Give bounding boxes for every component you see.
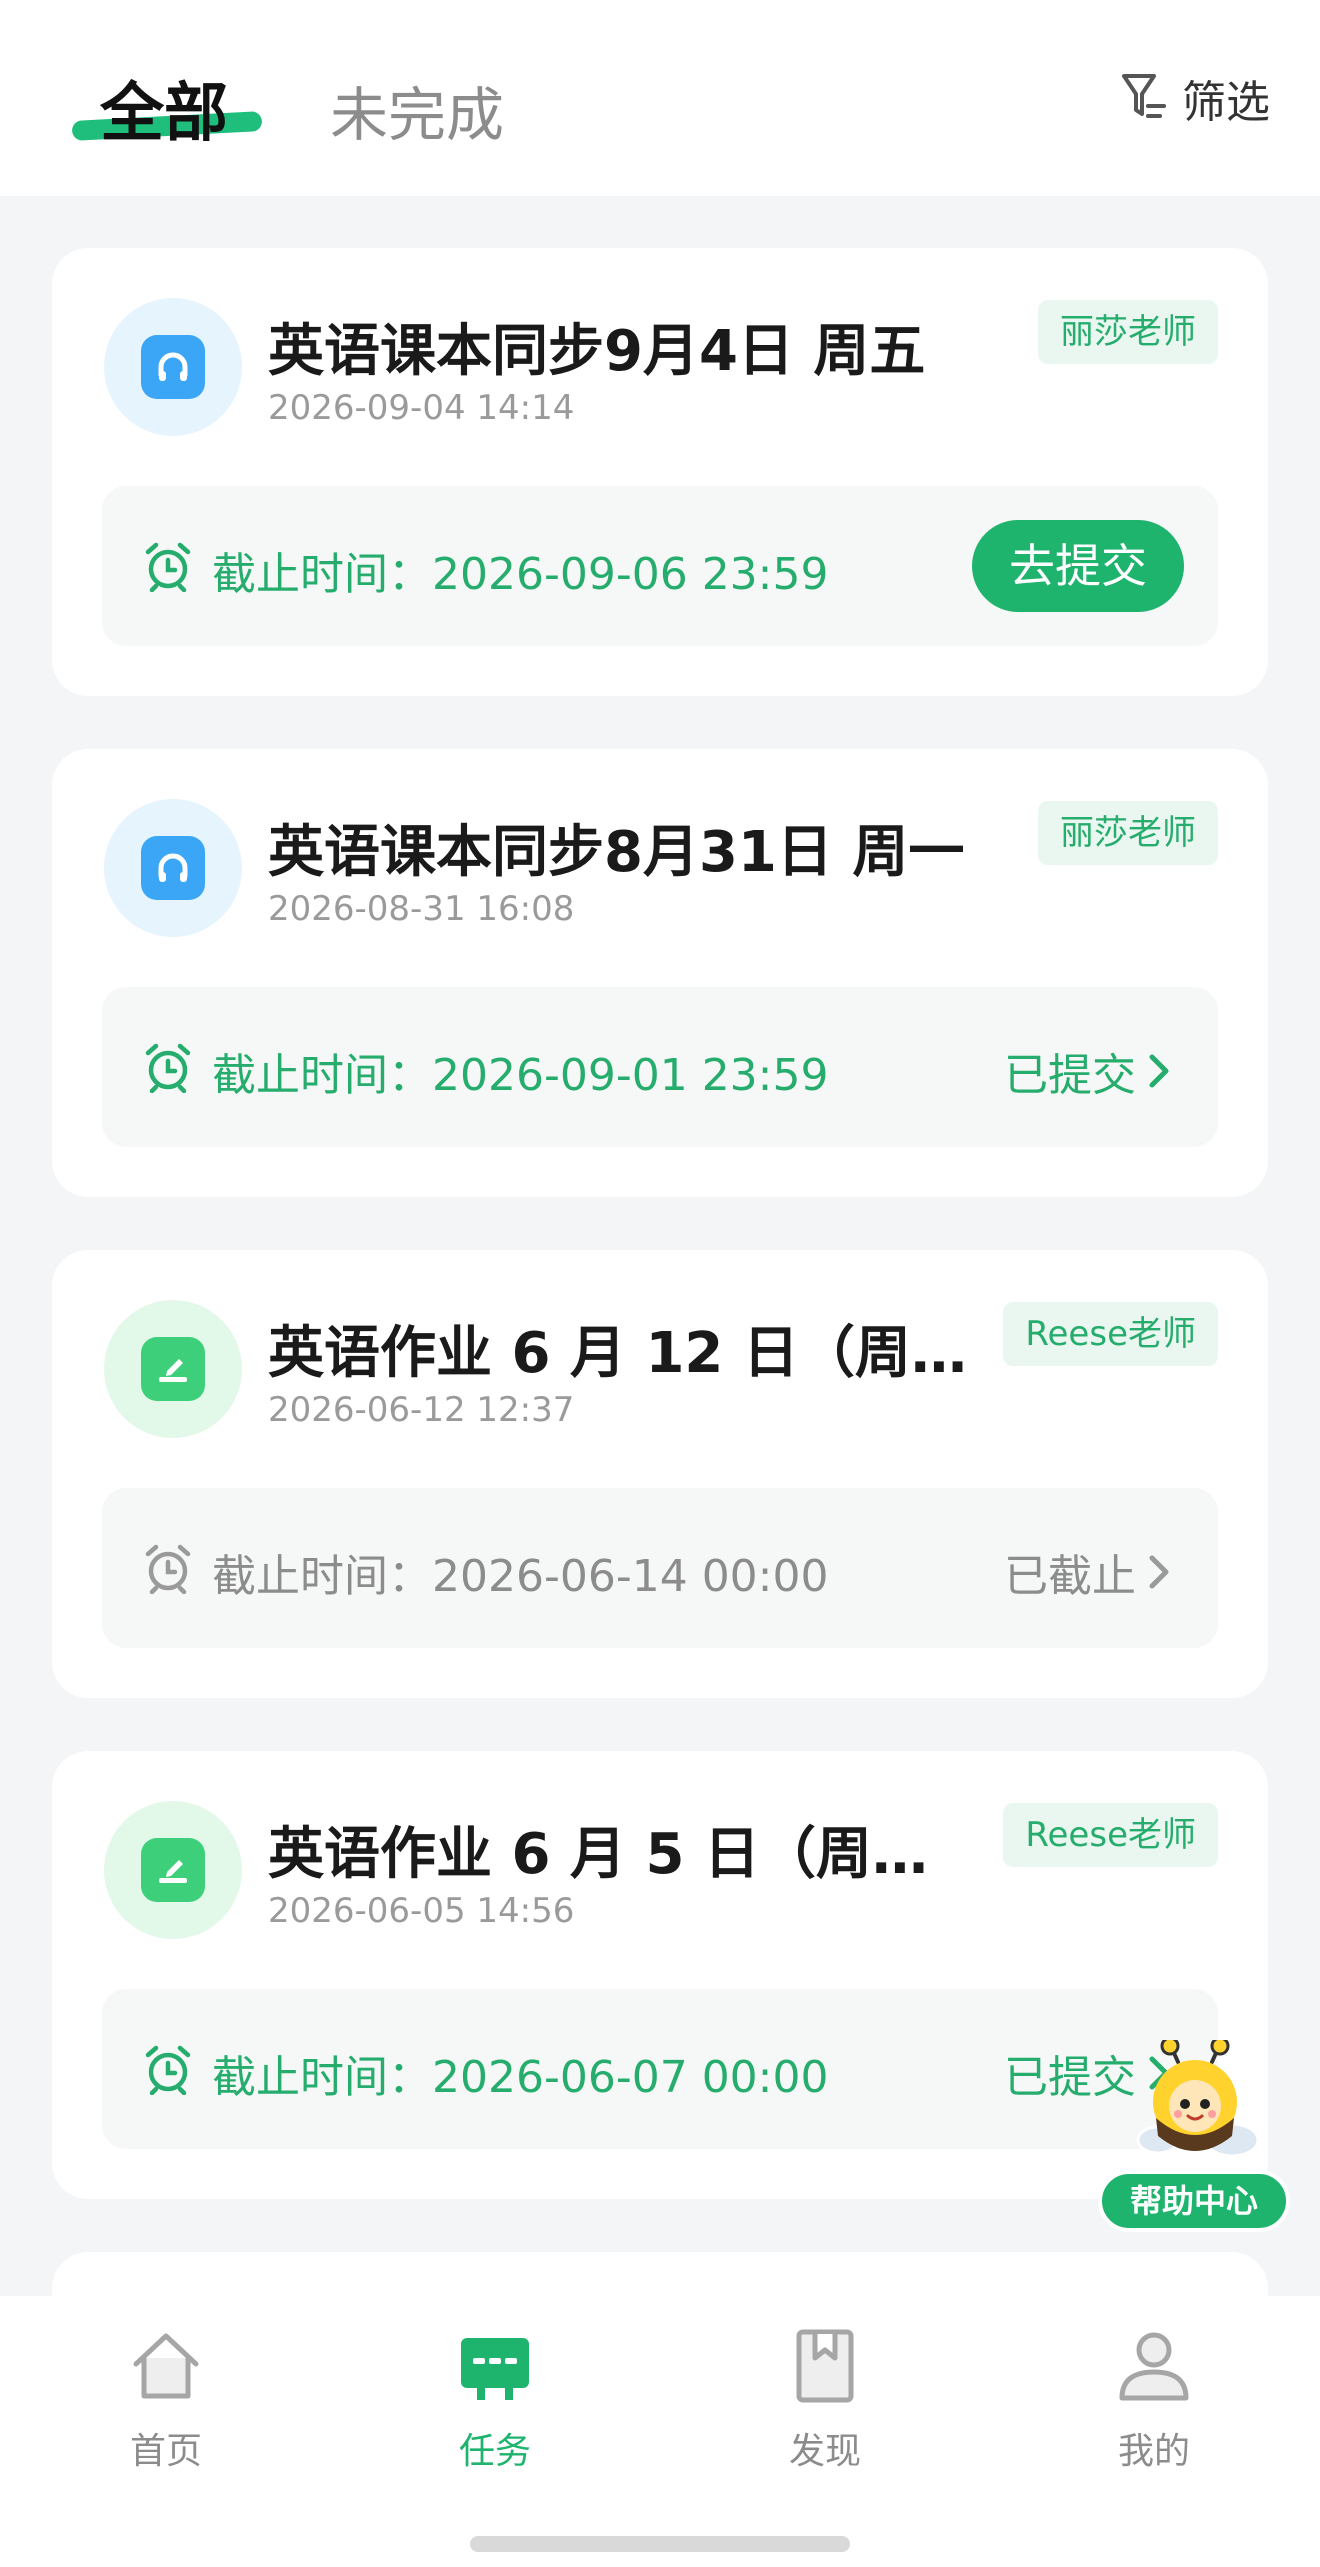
deadline-text: 截止时间：2026-09-06 23:59 (212, 549, 829, 600)
task-date: 2026-06-05 14:56 (268, 1891, 575, 1931)
help-center-label: 帮助中心 (1098, 2170, 1290, 2232)
nav-label: 首页 (129, 2431, 202, 2472)
top-tab-bar: 全部 未完成 筛选 (0, 0, 1320, 196)
task-icon (461, 2338, 529, 2400)
tab-all[interactable]: 全部 (100, 62, 228, 154)
chevron-right-icon (1149, 1054, 1169, 1088)
chevron-right-icon (1149, 1555, 1169, 1589)
task-card[interactable]: 英语作业 6 月 12 日（周… 2026-06-12 12:37 Reese老… (52, 1250, 1268, 1698)
teacher-badge: Reese老师 (1003, 1803, 1218, 1867)
nav-label: 任务 (458, 2431, 531, 2472)
homework-book-icon (104, 1300, 242, 1438)
task-card[interactable]: 英语课本同步8月31日 周一 2026-08-31 16:08 丽莎老师 截止时… (52, 749, 1268, 1197)
headphone-book-icon (104, 298, 242, 436)
teacher-badge: 丽莎老师 (1038, 300, 1218, 364)
alarm-clock-icon (145, 2045, 191, 2095)
filter-button[interactable]: 筛选 (1120, 66, 1270, 130)
filter-label: 筛选 (1182, 77, 1270, 128)
task-card[interactable]: 英语作业 6 月 5 日（周… 2026-06-05 14:56 Reese老师… (52, 1751, 1268, 2199)
task-title: 英语课本同步9月4日 周五 (268, 319, 926, 384)
deadline-text: 截止时间：2026-09-01 23:59 (212, 1050, 829, 1101)
alarm-clock-icon (145, 1043, 191, 1093)
help-center-button[interactable]: 帮助中心 (1098, 2040, 1290, 2236)
bookmark-icon (796, 2329, 854, 2403)
deadline-text: 截止时间：2026-06-07 00:00 (212, 2052, 829, 2103)
deadline-row: 截止时间：2026-09-06 23:59 去提交 (102, 486, 1218, 646)
homework-book-icon (104, 1801, 242, 1939)
task-date: 2026-08-31 16:08 (268, 889, 575, 929)
nav-item-home[interactable]: 首页 (66, 2326, 266, 2474)
task-title: 英语作业 6 月 5 日（周… (268, 1822, 928, 1887)
deadline-row[interactable]: 截止时间：2026-06-07 00:00 已提交 (102, 1989, 1218, 2149)
alarm-clock-icon (145, 1544, 191, 1594)
deadline-row[interactable]: 截止时间：2026-06-14 00:00 已截止 (102, 1488, 1218, 1648)
deadline-row[interactable]: 截止时间：2026-09-01 23:59 已提交 (102, 987, 1218, 1147)
status-label: 已截止 (1004, 1551, 1136, 1602)
teacher-badge: 丽莎老师 (1038, 801, 1218, 865)
status-link[interactable]: 已提交 (1004, 1039, 1174, 1103)
task-card[interactable]: 英语课本同步9月4日 周五 2026-09-04 14:14 丽莎老师 截止时间… (52, 248, 1268, 696)
task-title: 英语课本同步8月31日 周一 (268, 820, 965, 885)
nav-label: 我的 (1117, 2431, 1190, 2472)
status-label: 已提交 (1004, 1050, 1136, 1101)
nav-item-profile[interactable]: 我的 (1054, 2326, 1254, 2474)
submit-button[interactable]: 去提交 (972, 520, 1184, 612)
nav-item-discover[interactable]: 发现 (725, 2326, 925, 2474)
headphone-book-icon (104, 799, 242, 937)
teacher-badge: Reese老师 (1003, 1302, 1218, 1366)
nav-label: 发现 (788, 2431, 861, 2472)
home-icon (133, 2333, 199, 2399)
alarm-clock-icon (145, 542, 191, 592)
tab-incomplete[interactable]: 未完成 (330, 68, 504, 152)
status-link[interactable]: 已截止 (1004, 1540, 1174, 1604)
nav-item-task[interactable]: 任务 (395, 2326, 595, 2474)
profile-icon (1119, 2332, 1189, 2401)
bottom-nav: 首页 任务 发现 我的 (0, 2296, 1320, 2567)
filter-icon (1122, 74, 1166, 118)
task-date: 2026-09-04 14:14 (268, 388, 575, 428)
task-date: 2026-06-12 12:37 (268, 1390, 575, 1430)
deadline-text: 截止时间：2026-06-14 00:00 (212, 1551, 829, 1602)
home-indicator (470, 2536, 850, 2552)
bee-mascot-icon (1136, 2040, 1260, 2158)
task-title: 英语作业 6 月 12 日（周… (268, 1321, 967, 1386)
